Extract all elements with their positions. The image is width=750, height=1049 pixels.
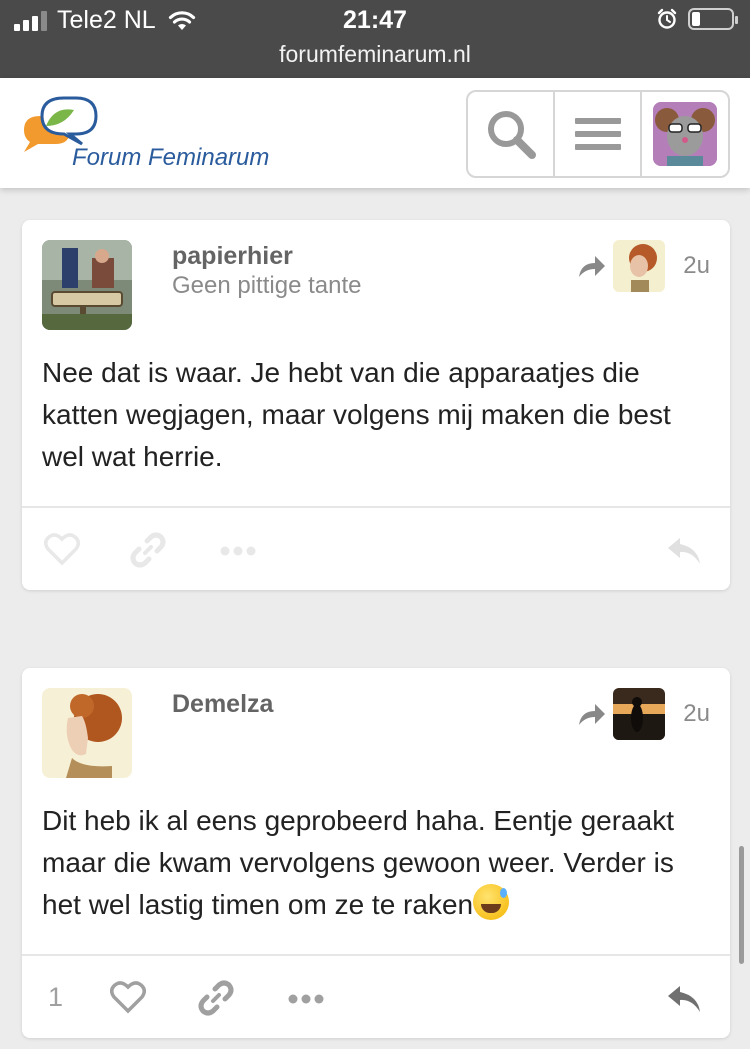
post-actions [22,508,730,592]
logo-text: Forum Feminarum [72,144,270,171]
search-button[interactable] [468,92,555,176]
site-header: Forum Feminarum [0,78,750,188]
menu-button[interactable] [555,92,642,176]
reply-icon[interactable] [666,984,702,1014]
clock: 21:47 [343,6,407,34]
heart-icon[interactable] [44,532,80,566]
reply-to-arrow-icon [579,256,606,277]
reply-icon[interactable] [666,536,702,566]
post-user-title: Geen pittige tante [172,272,362,299]
post-username[interactable]: papierhier [172,242,293,271]
user-avatar[interactable] [42,688,132,778]
status-right [656,8,738,30]
post-age[interactable]: 2u [683,252,710,280]
header-button-group [466,90,730,178]
alarm-icon [657,8,677,29]
post-card: Demelza 2u Dit heb ik al eens geprobeerd… [22,668,730,1038]
post-body: Dit heb ik al eens geprobeerd haha. Eent… [42,800,712,926]
post-username[interactable]: Demelza [172,690,273,719]
reply-to-avatar[interactable] [613,240,666,292]
battery-icon [688,8,738,30]
sweat-smile-emoji-icon [473,884,510,920]
post-card: papierhier Geen pittige tante 2u Nee dat… [22,220,730,590]
post-actions: 1 [22,956,730,1040]
search-icon [487,111,536,159]
current-user-avatar [653,102,717,166]
post-age[interactable]: 2u [683,700,710,728]
link-icon[interactable] [198,980,234,1016]
site-logo[interactable]: Forum Feminarum [20,96,290,176]
user-menu-button[interactable] [642,92,728,176]
post-body-text: Dit heb ik al eens geprobeerd haha. Eent… [42,805,674,920]
like-count[interactable]: 1 [48,982,63,1013]
post-meta: 2u [577,240,710,292]
post-meta: 2u [577,688,710,740]
hamburger-menu-icon [574,111,621,157]
reply-to-arrow-icon [579,704,606,725]
page-scrollbar[interactable] [739,846,744,964]
more-icon[interactable] [220,546,256,556]
post-body: Nee dat is waar. Je hebt van die apparaa… [42,357,671,472]
more-icon[interactable] [288,994,324,1004]
user-avatar[interactable] [42,240,132,330]
reply-to-avatar[interactable] [613,688,666,740]
status-bar: Tele2 NL 21:47 forumfeminarum.nl [0,0,750,78]
heart-icon[interactable] [110,980,146,1014]
address-bar-url[interactable]: forumfeminarum.nl [0,41,750,68]
link-icon[interactable] [130,532,166,568]
